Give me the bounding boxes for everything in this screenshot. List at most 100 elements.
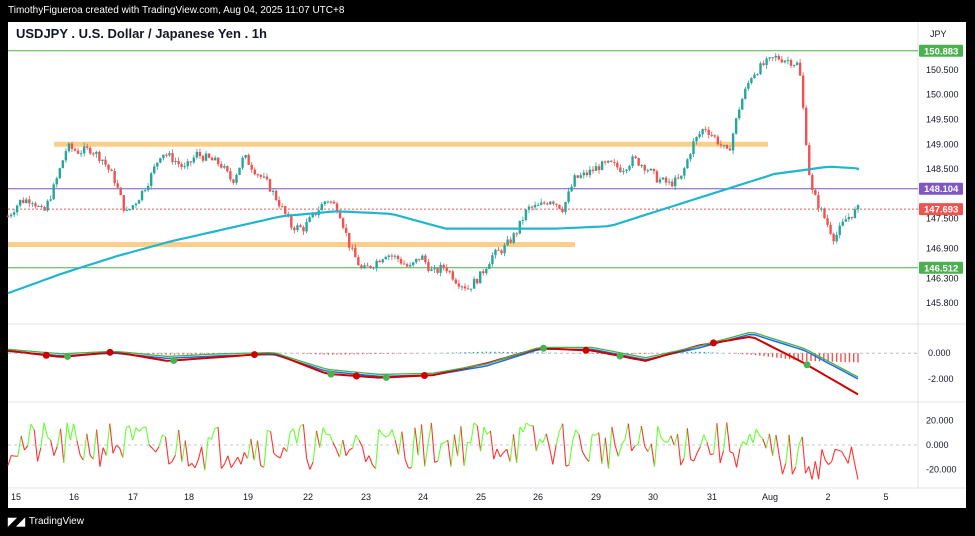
time-tick-label: 16 — [69, 492, 79, 502]
candle-body — [204, 153, 208, 161]
candle-body — [643, 165, 646, 171]
candle-body — [808, 145, 811, 176]
candle-body — [573, 175, 576, 187]
candle-body — [683, 168, 686, 176]
candle-body — [265, 176, 269, 180]
candle-body — [110, 169, 113, 171]
price-tick-label: 148.500 — [926, 164, 959, 174]
price-label-2: 147.693 — [924, 205, 958, 216]
candle — [207, 152, 211, 159]
candle-body — [801, 75, 805, 108]
candle-body — [171, 153, 174, 163]
candle-body — [421, 255, 424, 260]
candle-body — [15, 205, 19, 213]
candle-body — [104, 159, 107, 165]
candle-body — [850, 216, 854, 218]
candle-body — [856, 205, 860, 210]
candle-body — [494, 249, 497, 256]
candle-body — [634, 156, 637, 158]
candle-body — [832, 233, 835, 242]
macd-cross-dot — [382, 373, 390, 381]
candle-body — [411, 262, 415, 266]
candle-body — [25, 199, 28, 203]
candle-body — [847, 216, 851, 220]
candle-body — [728, 148, 732, 151]
candle-body — [433, 268, 436, 270]
candle-body — [86, 146, 89, 148]
candle-body — [43, 207, 46, 211]
candle-body — [28, 199, 31, 204]
candle-body — [436, 268, 439, 273]
candle-body — [588, 169, 592, 176]
candle-body — [76, 150, 80, 154]
macd-cross-dot — [710, 339, 717, 347]
currency-label: JPY — [930, 29, 947, 39]
time-tick-label: 25 — [476, 492, 486, 502]
candle-body — [722, 145, 726, 147]
candle-body — [515, 233, 518, 235]
candle-body — [500, 250, 503, 254]
candle-body — [713, 135, 717, 137]
candle-body — [396, 255, 400, 260]
candle-body — [189, 161, 192, 163]
candle-body — [710, 134, 713, 136]
candle-body — [692, 141, 695, 155]
candle-body — [357, 257, 360, 266]
candle-body — [415, 258, 418, 263]
macd-cross-dot — [616, 352, 624, 360]
price-tick-label: 150.000 — [926, 90, 959, 100]
candle-body — [192, 157, 196, 163]
candle-body — [49, 199, 52, 201]
candle-body — [606, 160, 610, 163]
candle-body — [814, 190, 817, 196]
candle — [524, 208, 528, 222]
candle-body — [125, 209, 129, 211]
candle-body — [326, 201, 330, 203]
candle-body — [250, 164, 253, 170]
candle-body — [363, 265, 366, 269]
osc-tick-label: -20.000 — [926, 465, 957, 475]
candle-body — [427, 262, 430, 271]
candle-body — [664, 177, 668, 183]
candle — [46, 199, 49, 212]
candle-body — [128, 208, 132, 210]
candle-body — [613, 161, 616, 163]
candle-body — [783, 60, 787, 63]
candle-body — [491, 255, 494, 265]
candle-body — [640, 165, 643, 167]
osc-tick-label: 20.000 — [926, 415, 954, 425]
brand-label: TradingView — [28, 516, 84, 527]
candle-body — [146, 185, 150, 191]
candle-body — [418, 258, 421, 260]
candle-body — [472, 278, 476, 289]
candle-body — [73, 148, 77, 151]
candle-body — [58, 168, 61, 179]
candle-body — [482, 271, 485, 274]
candle-body — [655, 171, 659, 183]
candle-body — [439, 264, 442, 273]
candle-body — [771, 57, 774, 59]
candle-body — [524, 209, 528, 221]
candle-body — [305, 222, 308, 232]
candle-body — [122, 195, 125, 211]
candle — [58, 167, 61, 180]
candle-body — [768, 57, 771, 59]
candle-body — [835, 234, 838, 242]
candle-body — [113, 170, 116, 184]
candle-body — [31, 203, 34, 205]
time-tick-label: 24 — [418, 492, 428, 502]
tradingview-logo: ◤◢ TradingView — [8, 515, 84, 528]
candle — [734, 117, 738, 135]
macd-tick-label: 0.000 — [928, 348, 951, 358]
macd-cross-dot — [540, 344, 547, 352]
candle — [808, 142, 811, 176]
price-tick-label: 149.000 — [926, 139, 959, 149]
candle-body — [798, 62, 802, 76]
candle-body — [235, 174, 238, 183]
candle-body — [134, 203, 138, 206]
resistance-zone-1 — [8, 242, 575, 248]
candle-body — [552, 201, 555, 204]
osc-tick-label: 0.000 — [926, 440, 949, 450]
candle — [61, 160, 65, 169]
candle-body — [119, 187, 122, 196]
